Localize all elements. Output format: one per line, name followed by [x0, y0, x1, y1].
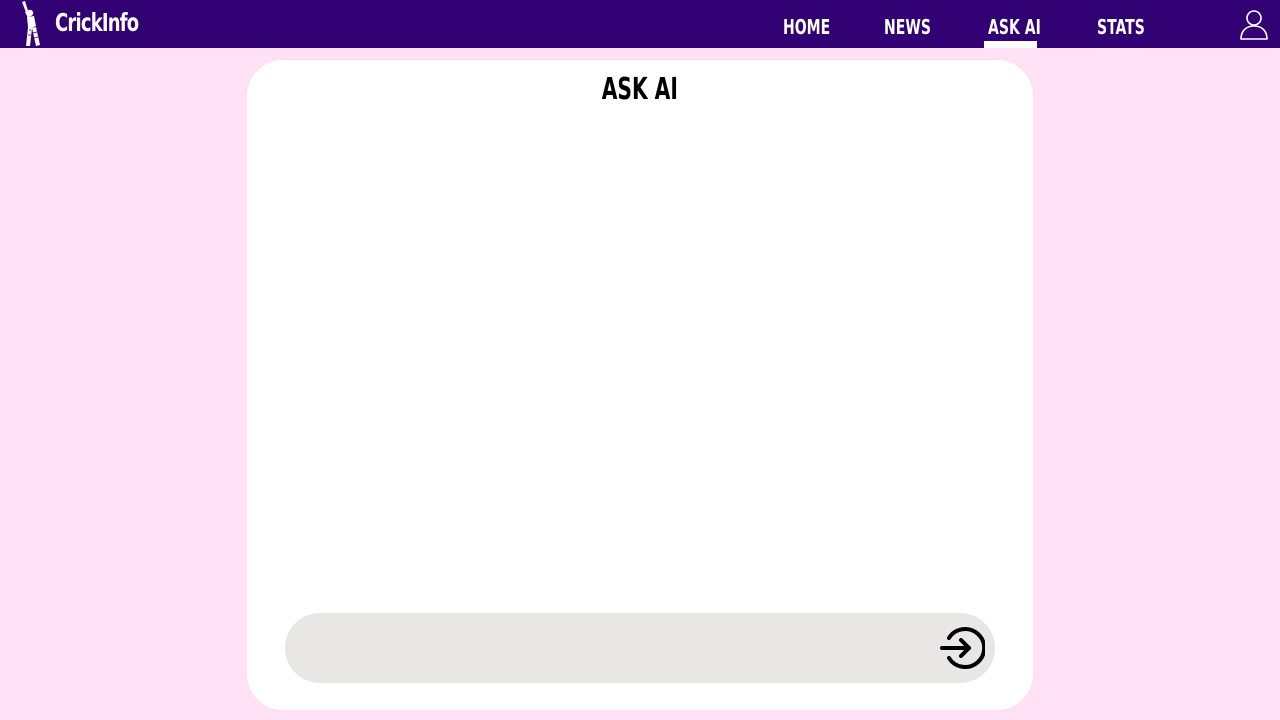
ask-ai-panel: ASK AI — [247, 60, 1033, 710]
chat-input-bar — [285, 613, 995, 683]
user-icon[interactable] — [1238, 8, 1270, 40]
cricket-batsman-icon[interactable] — [16, 0, 46, 48]
chat-input[interactable] — [311, 628, 921, 668]
page-title-text: ASK AI — [601, 72, 679, 107]
nav-news[interactable]: NEWS — [884, 14, 931, 40]
brand-name[interactable]: CrickInfo — [55, 7, 139, 39]
top-navbar: CrickInfo HOME NEWS ASK AI STATS — [0, 0, 1280, 48]
nav-active-indicator — [984, 41, 1037, 48]
nav-ask-ai[interactable]: ASK AI — [988, 14, 1041, 40]
nav-stats[interactable]: STATS — [1097, 14, 1145, 40]
enter-arrow-icon[interactable] — [939, 626, 985, 670]
page-title: ASK AI — [247, 72, 1033, 108]
nav-home[interactable]: HOME — [783, 14, 830, 40]
